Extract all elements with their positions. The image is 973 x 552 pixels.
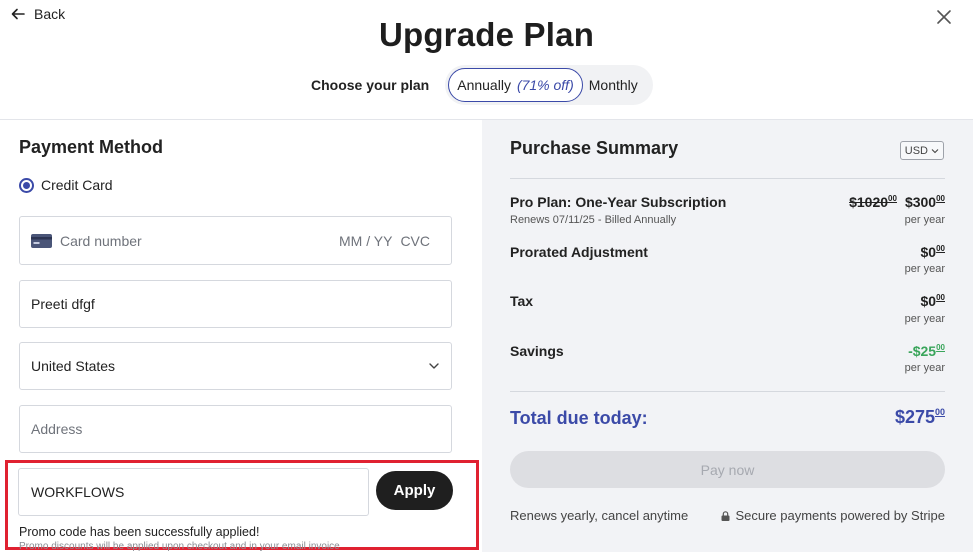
promo-note: Promo discounts will be applied upon che… [19,541,340,552]
total-price: $27500 [894,407,945,427]
expiry-placeholder[interactable]: MM / YY [339,233,392,249]
annual-label: Annually [457,77,511,93]
line-item-label: Savings [510,343,564,359]
per-year-label: per year [904,263,945,275]
plan-selector: Choose your plan Annually (71% off) Mont… [311,65,653,105]
chevron-down-icon [931,148,939,153]
line-item-label: Pro Plan: One-Year Subscription [510,194,727,210]
payment-panel: Payment Method Credit Card Card number M… [0,120,482,552]
apply-button[interactable]: Apply [376,471,453,510]
radio-selected-icon [19,177,34,193]
per-year-label: per year [904,362,945,374]
line-item-label: Prorated Adjustment [510,244,648,260]
card-number-placeholder: Card number [60,232,142,249]
per-year-label: per year [904,214,945,226]
original-price: $102000 [849,194,897,210]
credit-card-label: Credit Card [41,177,113,193]
payment-method-title: Payment Method [19,137,164,157]
cvc-placeholder[interactable]: CVC [400,233,430,249]
secure-note: Secure payments powered by Stripe [721,508,945,523]
promo-success-message: Promo code has been successfully applied… [19,525,260,539]
line-item-subtitle: Renews 07/11/25 - Billed Annually [510,214,677,226]
line-item-price: $000 [920,293,945,309]
lock-icon [721,510,730,521]
annual-option[interactable]: Annually (71% off) [448,68,583,102]
credit-card-icon [31,233,52,248]
pay-now-button[interactable]: Pay now [510,451,945,488]
address-input[interactable]: Address [19,405,452,453]
billing-toggle: Annually (71% off) Monthly [445,65,653,105]
divider [510,178,945,179]
total-label: Total due today: [510,408,648,428]
country-value: United States [31,358,116,374]
summary-panel: Purchase Summary USD Pro Plan: One-Year … [482,120,973,552]
currency-value: USD [904,144,928,157]
renew-note: Renews yearly, cancel anytime [510,508,689,523]
header: Back Upgrade Plan Choose your plan Annua… [0,0,973,120]
name-input[interactable]: Preeti dfgf [19,280,452,328]
per-year-label: per year [904,313,945,325]
line-item-price: $102000 $30000 [849,194,945,210]
credit-card-radio[interactable]: Credit Card [19,177,113,193]
chevron-down-icon [429,363,439,369]
line-item-price: $000 [920,244,945,260]
divider [510,391,945,392]
card-number-input[interactable]: Card number MM / YY CVC [19,216,452,265]
page-title: Upgrade Plan [378,16,595,53]
secure-note-text: Secure payments powered by Stripe [735,508,945,523]
savings-price: -$2500 [908,343,945,359]
line-item-label: Tax [510,293,534,309]
purchase-summary-title: Purchase Summary [510,138,679,158]
currency-select[interactable]: USD [899,141,944,160]
choose-plan-label: Choose your plan [311,77,430,93]
promo-code-input[interactable]: WORKFLOWS [18,468,369,516]
country-select[interactable]: United States [19,342,452,390]
monthly-option[interactable]: Monthly [583,77,650,93]
annual-discount: (71% off) [516,77,574,93]
